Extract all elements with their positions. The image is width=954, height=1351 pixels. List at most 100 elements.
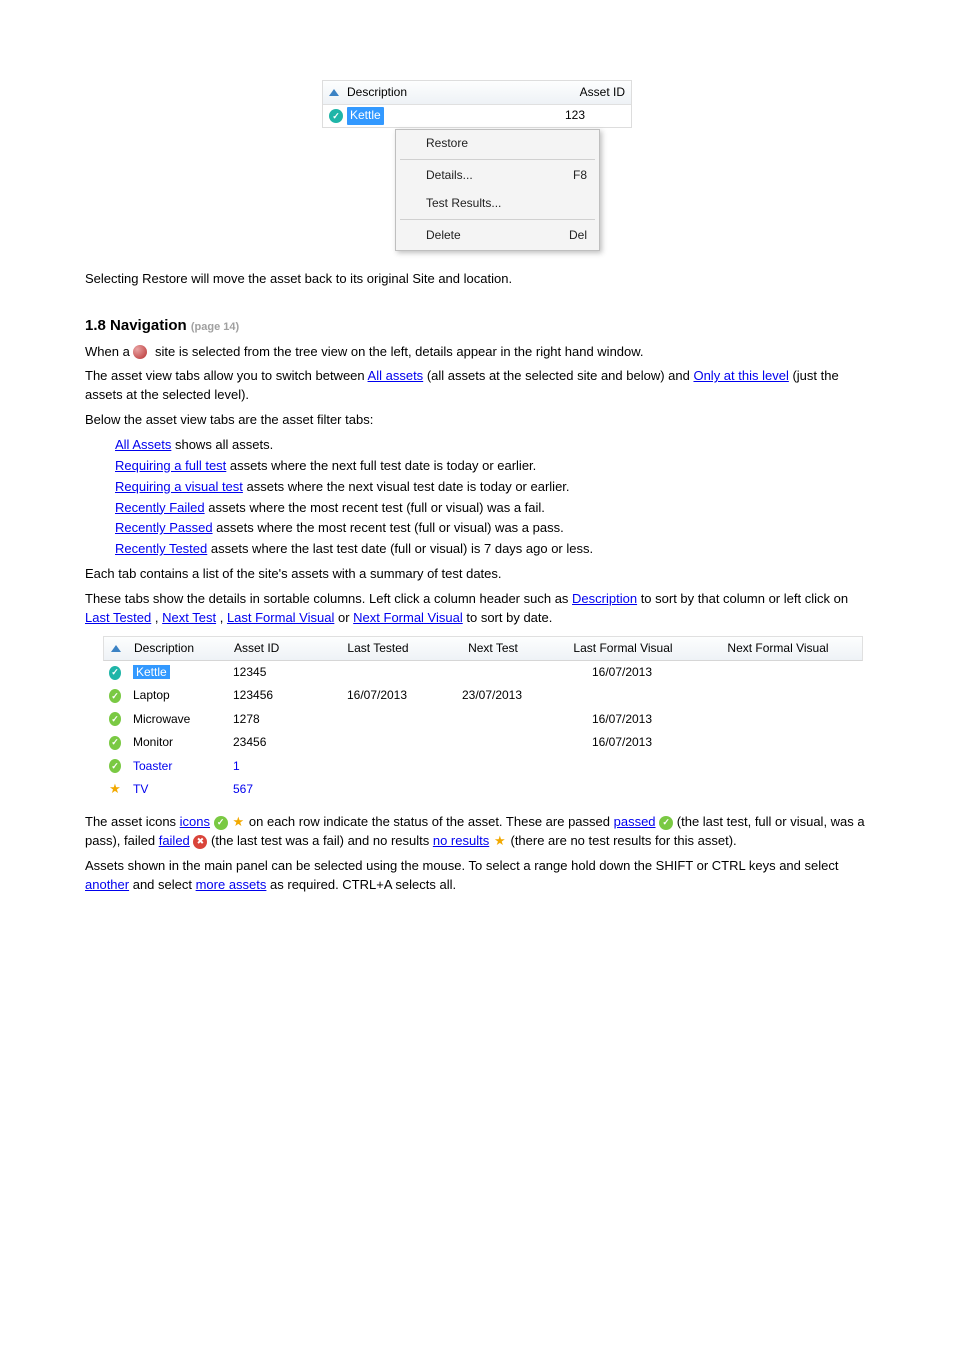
asset-table: Description Asset ID Last Tested Next Te… — [103, 636, 863, 802]
cell-next-test — [437, 708, 547, 731]
menu-delete[interactable]: Delete Del — [396, 222, 599, 249]
status-star-icon — [231, 816, 245, 830]
cell-last-formal-visual: 16/07/2013 — [547, 661, 697, 684]
status-star-icon — [109, 783, 121, 797]
cell-last-tested — [317, 708, 437, 731]
menu-separator — [400, 219, 595, 220]
icons-explanation: The asset icons icons on each row indica… — [85, 813, 869, 851]
restore-explanation: Selecting Restore will move the asset ba… — [85, 270, 869, 289]
cell-asset-id: 23456 — [227, 731, 317, 754]
cell-last-formal-visual — [547, 684, 697, 707]
link-col-description[interactable]: Description — [572, 591, 637, 606]
th-last-tested[interactable]: Last Tested — [318, 637, 438, 660]
tab-name-link[interactable]: Recently Tested — [115, 541, 207, 556]
context-menu: Restore Details... F8 Test Results... De… — [395, 129, 600, 251]
th-last-formal-visual[interactable]: Last Formal Visual — [548, 637, 698, 660]
selection-explanation: Assets shown in the main panel can be se… — [85, 857, 869, 895]
status-pass-icon — [109, 666, 121, 680]
tab-name-link[interactable]: Requiring a visual test — [115, 479, 243, 494]
status-pass-icon — [109, 736, 121, 750]
cell-next-test — [437, 731, 547, 754]
nav-paragraph-3: Below the asset view tabs are the asset … — [85, 411, 869, 430]
cell-last-formal-visual: 16/07/2013 — [547, 708, 697, 731]
tab-desc: assets where the most recent test (full … — [213, 520, 564, 535]
sort-asc-icon — [111, 645, 121, 652]
cell-next-test — [437, 755, 547, 778]
cell-next-formal-visual — [697, 684, 857, 707]
col-asset-id[interactable]: Asset ID — [545, 84, 625, 101]
table-row[interactable]: TV567 — [103, 778, 863, 801]
tab-desc: assets where the most recent test (full … — [205, 500, 545, 515]
page-ref: (page 14) — [191, 321, 239, 333]
cell-last-tested — [317, 731, 437, 754]
tab-item: Requiring a visual test assets where the… — [115, 478, 869, 497]
table-row[interactable]: Laptop12345616/07/201323/07/2013 — [103, 684, 863, 707]
link-failed[interactable]: failed — [159, 833, 190, 848]
cell-last-tested — [317, 778, 437, 801]
cell-next-formal-visual — [697, 708, 857, 731]
th-next-formal-visual[interactable]: Next Formal Visual — [698, 637, 858, 660]
tab-desc: assets where the next full test date is … — [226, 458, 536, 473]
cell-next-test: 23/07/2013 — [437, 684, 547, 707]
status-pass-icon — [109, 689, 121, 703]
link-more-assets[interactable]: more assets — [196, 877, 267, 892]
menu-test-results[interactable]: Test Results... — [396, 190, 599, 217]
sort-asc-icon — [329, 89, 339, 96]
link-no-results[interactable]: no results — [433, 833, 489, 848]
link-col-next-test[interactable]: Next Test — [162, 610, 216, 625]
tab-name-link[interactable]: Recently Failed — [115, 500, 205, 515]
tab-item: Requiring a full test assets where the n… — [115, 457, 869, 476]
menu-separator — [400, 159, 595, 160]
sortable-cols-para: These tabs show the details in sortable … — [85, 590, 869, 628]
tab-name-link[interactable]: Recently Passed — [115, 520, 213, 535]
cell-description: TV — [133, 782, 148, 796]
cell-last-formal-visual — [547, 778, 697, 801]
cell-description: Laptop — [133, 688, 170, 702]
asset-list-mini: Description Asset ID Kettle 123 Restore … — [322, 80, 632, 128]
mini-list-header: Description Asset ID — [323, 81, 631, 105]
mini-row-desc: Kettle — [347, 107, 384, 124]
link-another[interactable]: another — [85, 877, 129, 892]
tab-name-link[interactable]: All Assets — [115, 437, 171, 452]
link-only-level[interactable]: Only at this level — [693, 368, 788, 383]
cell-next-formal-visual — [697, 731, 857, 754]
site-icon — [133, 345, 147, 359]
mini-list-row[interactable]: Kettle 123 — [323, 105, 631, 126]
cell-next-formal-visual — [697, 755, 857, 778]
link-all-assets[interactable]: All assets — [368, 368, 424, 383]
cell-description: Microwave — [133, 712, 190, 726]
menu-restore[interactable]: Restore — [396, 130, 599, 157]
cell-last-tested: 16/07/2013 — [317, 684, 437, 707]
link-passed[interactable]: passed — [614, 814, 656, 829]
table-row[interactable]: Toaster1 — [103, 755, 863, 778]
cell-next-test — [437, 778, 547, 801]
cell-asset-id: 12345 — [227, 661, 317, 684]
link-col-last-formal-visual[interactable]: Last Formal Visual — [227, 610, 334, 625]
menu-details[interactable]: Details... F8 — [396, 162, 599, 189]
section-heading: 1.8 Navigation — [85, 317, 187, 334]
tab-name-link[interactable]: Requiring a full test — [115, 458, 226, 473]
table-row[interactable]: Kettle 12345 16/07/2013 — [103, 661, 863, 684]
table-row[interactable]: Microwave 1278 16/07/2013 — [103, 708, 863, 731]
status-fail-icon: ✖ — [193, 835, 207, 849]
status-star-icon — [493, 835, 507, 849]
mini-row-asset: 123 — [545, 107, 625, 124]
cell-asset-id: 1278 — [227, 708, 317, 731]
table-row[interactable]: Monitor2345616/07/2013 — [103, 731, 863, 754]
tab-desc: shows all assets. — [171, 437, 273, 452]
link-col-last-tested[interactable]: Last Tested — [85, 610, 151, 625]
link-icons[interactable]: icons — [180, 814, 210, 829]
cell-description: Kettle — [133, 665, 170, 679]
tab-item: All Assets shows all assets. — [115, 436, 869, 455]
th-description[interactable]: Description — [128, 637, 228, 660]
cell-next-formal-visual — [697, 661, 857, 684]
tab-item: Recently Passed assets where the most re… — [115, 519, 869, 538]
link-col-next-formal-visual[interactable]: Next Formal Visual — [353, 610, 463, 625]
col-description[interactable]: Description — [347, 84, 407, 101]
th-next-test[interactable]: Next Test — [438, 637, 548, 660]
cell-last-tested — [317, 661, 437, 684]
asset-table-header: Description Asset ID Last Tested Next Te… — [103, 636, 863, 661]
th-asset-id[interactable]: Asset ID — [228, 637, 318, 660]
tab-desc: assets where the next visual test date i… — [243, 479, 570, 494]
status-pass-icon — [109, 759, 121, 773]
